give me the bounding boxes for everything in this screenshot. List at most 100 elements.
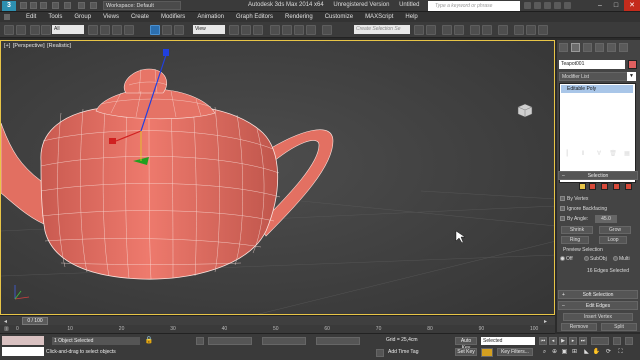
modifier-list-dropdown[interactable]: Modifier List	[559, 72, 635, 81]
chevron-down-icon[interactable]: ▼	[627, 72, 636, 81]
favorites-star-icon[interactable]	[554, 2, 561, 9]
maximize-viewport-icon[interactable]: ⛶	[616, 348, 625, 357]
by-angle-spinner[interactable]: 45.0	[595, 215, 617, 223]
workspace-dropdown[interactable]: Workspace: Default	[103, 1, 181, 10]
teapot-body[interactable]	[40, 103, 279, 280]
grow-button[interactable]: Grow	[599, 226, 631, 234]
percent-snap-icon[interactable]	[294, 25, 304, 35]
time-slider[interactable]: ◂ 0 / 100 ▸	[0, 315, 555, 325]
select-and-move-icon[interactable]	[150, 25, 160, 35]
zoom-extents-all-icon[interactable]: ⊞	[570, 348, 579, 357]
go-to-end-icon[interactable]: ⏭	[579, 337, 587, 345]
select-object-icon[interactable]	[88, 25, 98, 35]
save-file-icon[interactable]	[40, 2, 47, 9]
next-frame-icon[interactable]: ▸	[569, 337, 577, 345]
window-crossing-icon[interactable]	[124, 25, 134, 35]
shrink-button[interactable]: Shrink	[561, 226, 593, 234]
menu-create[interactable]: Create	[125, 14, 155, 20]
time-slider-next-icon[interactable]: ▸	[544, 318, 547, 325]
remove-button[interactable]: Remove	[561, 323, 597, 331]
layer-manager-icon[interactable]	[442, 25, 452, 35]
close-window-button[interactable]: ✕	[624, 0, 640, 11]
modifier-stack[interactable]: Editable Poly	[559, 83, 636, 183]
key-icon[interactable]	[481, 348, 493, 357]
open-file-icon[interactable]	[30, 2, 37, 9]
material-editor-icon[interactable]	[498, 25, 508, 35]
help-icon[interactable]	[564, 2, 571, 9]
x-coordinate-field[interactable]	[208, 337, 252, 345]
insert-vertex-button[interactable]: Insert Vertex	[563, 313, 633, 321]
pivot-center-icon[interactable]	[229, 25, 239, 35]
utilities-tab-icon[interactable]	[619, 43, 628, 52]
configure-modifier-sets-icon[interactable]: ▦	[623, 150, 631, 158]
preview-off-radio[interactable]: Off	[560, 256, 573, 262]
pan-icon[interactable]: ✋	[592, 348, 601, 357]
time-configuration-icon[interactable]	[625, 337, 633, 345]
undo-icon[interactable]	[52, 2, 59, 9]
show-end-result-icon[interactable]: Ⅱ	[579, 150, 587, 158]
time-slider-prev-icon[interactable]: ◂	[4, 318, 7, 325]
ring-button[interactable]: Ring	[561, 236, 589, 244]
project-folder-icon[interactable]	[78, 2, 85, 9]
object-name-field[interactable]: Teapot001	[559, 60, 625, 69]
menu-animation[interactable]: Animation	[191, 14, 230, 20]
border-level-icon[interactable]	[601, 183, 608, 190]
element-level-icon[interactable]	[625, 183, 632, 190]
previous-frame-icon[interactable]: ◂	[549, 337, 557, 345]
menu-modifiers[interactable]: Modifiers	[155, 14, 191, 20]
preview-multi-radio[interactable]: Multi	[613, 256, 630, 262]
modifier-stack-item-editable-poly[interactable]: Editable Poly	[561, 85, 633, 93]
select-by-name-icon[interactable]	[100, 25, 110, 35]
help-search-input[interactable]: Type a keyword or phrase	[428, 1, 520, 11]
viewport-general-menu[interactable]: [+]	[4, 43, 10, 49]
menu-maxscript[interactable]: MAXScript	[359, 14, 399, 20]
preview-subobj-radio[interactable]: SubObj	[584, 256, 607, 262]
create-tab-icon[interactable]	[559, 43, 568, 52]
schematic-view-icon[interactable]	[482, 25, 492, 35]
menu-group[interactable]: Group	[68, 14, 97, 20]
select-manipulate-icon[interactable]	[241, 25, 251, 35]
redo-toolbar-icon[interactable]	[16, 25, 26, 35]
undo-toolbar-icon[interactable]	[4, 25, 14, 35]
make-unique-icon[interactable]: ∀	[595, 150, 603, 158]
orbit-icon[interactable]: ⟳	[604, 348, 613, 357]
keyboard-shortcut-toggle-icon[interactable]	[253, 25, 263, 35]
render-production-icon[interactable]	[538, 25, 548, 35]
remove-modifier-icon[interactable]: 🗑	[609, 150, 617, 158]
soft-selection-rollout-header[interactable]: + Soft Selection	[558, 290, 638, 299]
pin-stack-icon[interactable]: ┃	[563, 150, 571, 158]
selection-rollout-header[interactable]: – Selection	[558, 171, 638, 180]
time-tag-icon[interactable]	[376, 349, 384, 357]
go-to-start-icon[interactable]: ⏮	[539, 337, 547, 345]
spinner-snap-icon[interactable]	[306, 25, 316, 35]
minimize-window-button[interactable]: –	[592, 0, 608, 11]
angle-snap-icon[interactable]	[282, 25, 292, 35]
edit-named-selection-icon[interactable]	[322, 25, 332, 35]
key-mode-toggle-icon[interactable]	[613, 337, 621, 345]
set-key-button[interactable]: Set Key	[455, 348, 477, 356]
menu-customize[interactable]: Customize	[319, 14, 359, 20]
menu-tools[interactable]: Tools	[42, 14, 68, 20]
edge-level-icon[interactable]	[589, 183, 596, 190]
add-time-tag-button[interactable]: Add Time Tag	[388, 349, 418, 355]
menu-help[interactable]: Help	[399, 14, 423, 20]
subscription-icon[interactable]	[534, 2, 541, 9]
auto-key-button[interactable]: Auto Key	[455, 337, 477, 351]
ignore-backfacing-checkbox[interactable]: Ignore Backfacing	[560, 206, 607, 212]
motion-tab-icon[interactable]	[595, 43, 604, 52]
play-icon[interactable]: ▶	[559, 337, 567, 345]
track-bar-icon[interactable]: ▥	[4, 326, 9, 332]
app-logo-button[interactable]: 3	[2, 1, 16, 11]
viewport-point-of-view-menu[interactable]: [Perspective]	[13, 43, 45, 49]
by-vertex-checkbox[interactable]: By Vertex	[560, 196, 588, 202]
rendered-frame-window-icon[interactable]	[526, 25, 536, 35]
field-of-view-icon[interactable]: ◣	[582, 348, 591, 357]
lock-selection-icon[interactable]: 🔒	[144, 336, 154, 346]
edit-edges-rollout-header[interactable]: – Edit Edges	[558, 301, 638, 310]
align-icon[interactable]	[426, 25, 436, 35]
key-mode-selection-dropdown[interactable]: Selected	[481, 337, 535, 345]
zoom-extents-icon[interactable]: ▣	[560, 348, 569, 357]
absolute-mode-icon[interactable]	[196, 337, 204, 345]
select-and-rotate-icon[interactable]	[162, 25, 172, 35]
current-frame-field[interactable]	[591, 337, 609, 345]
